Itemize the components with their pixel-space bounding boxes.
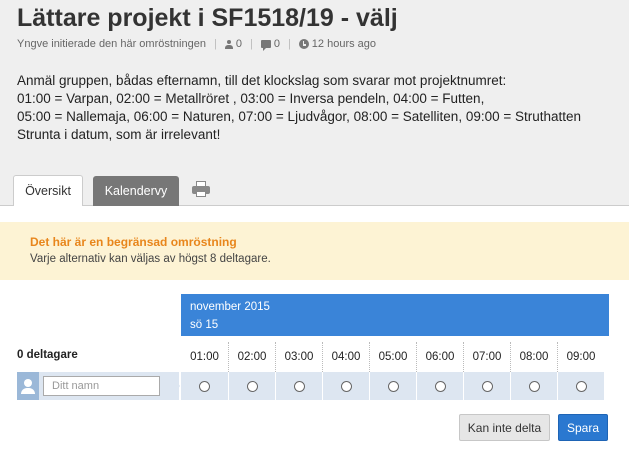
date-day: sö 15: [190, 319, 219, 331]
time-slot-label: 08:00: [510, 342, 557, 372]
radio-button[interactable]: [434, 380, 446, 392]
view-tabs: Översikt Kalendervy: [0, 172, 629, 207]
poll-description: Anmäl gruppen, bådas efternamn, till det…: [17, 72, 617, 144]
time-slot-label: 05:00: [369, 342, 416, 372]
poll-meta: Yngve initierade den här omröstningen | …: [17, 38, 377, 51]
avatar-icon: [17, 372, 39, 400]
radio-button[interactable]: [387, 380, 399, 392]
description-line: 05:00 = Nallemaja, 06:00 = Naturen, 07:0…: [17, 109, 582, 124]
radio-button[interactable]: [575, 380, 587, 392]
separator: |: [213, 38, 217, 50]
time-slot-option[interactable]: [416, 372, 463, 400]
description-line: Strunta i datum, som är irrelevant!: [17, 127, 221, 142]
comment-count: 0: [273, 38, 280, 50]
description-line: Anmäl gruppen, bådas efternamn, till det…: [17, 73, 507, 88]
notice-text: Varje alternativ kan väljas av högst 8 d…: [30, 253, 271, 265]
time-slot-label: 01:00: [190, 351, 219, 363]
separator: |: [287, 38, 291, 50]
cannot-attend-button[interactable]: Kan inte delta: [459, 414, 550, 441]
initiator-text: Yngve initierade den här omröstningen: [17, 38, 206, 50]
page-title: Lättare projekt i SF1518/19 - välj: [17, 4, 398, 32]
name-input[interactable]: [43, 376, 160, 396]
clock-icon: [298, 39, 309, 49]
poll-header: Lättare projekt i SF1518/19 - välj Yngve…: [0, 0, 629, 207]
date-header: november 2015 sö 15: [181, 294, 609, 336]
poll-content: Det här är en begränsad omröstning Varje…: [0, 206, 629, 450]
tab-overview[interactable]: Översikt: [13, 175, 83, 207]
time-slot-label: 09:00: [557, 342, 604, 372]
participants-count: 0 deltagare: [17, 349, 78, 361]
save-button[interactable]: Spara: [558, 414, 608, 441]
time-slot-option[interactable]: [181, 372, 228, 400]
description-line: 01:00 = Varpan, 02:00 = Metallröret , 03…: [17, 91, 485, 106]
time-slot-option[interactable]: [463, 372, 510, 400]
separator: |: [249, 38, 253, 50]
time-ago: 12 hours ago: [311, 38, 377, 50]
time-slot-label: 02:00: [228, 342, 275, 372]
participant-count: 0: [235, 38, 242, 50]
time-slot-option[interactable]: [557, 372, 604, 400]
time-slot-option[interactable]: [322, 372, 369, 400]
radio-button[interactable]: [199, 380, 210, 392]
time-slot-option[interactable]: [510, 372, 557, 400]
radio-button[interactable]: [293, 380, 305, 392]
person-icon: [224, 39, 233, 49]
radio-button[interactable]: [481, 380, 493, 392]
radio-button[interactable]: [528, 380, 540, 392]
time-slot-option[interactable]: [369, 372, 416, 400]
restriction-notice: Det här är en begränsad omröstning Varje…: [0, 222, 629, 280]
name-row-arrow: [170, 372, 180, 400]
time-slot-label: 06:00: [416, 342, 463, 372]
printer-icon[interactable]: [192, 181, 210, 198]
time-slot-label: 03:00: [275, 342, 322, 372]
date-month: november 2015: [190, 301, 270, 313]
tab-calendar[interactable]: Kalendervy: [93, 176, 179, 206]
notice-title: Det här är en begränsad omröstning: [30, 235, 237, 249]
time-slot-option[interactable]: [228, 372, 275, 400]
radio-button[interactable]: [246, 380, 258, 392]
radio-button[interactable]: [340, 380, 352, 392]
comment-icon: [260, 40, 271, 51]
time-slot-label: 04:00: [322, 342, 369, 372]
time-slot-option[interactable]: [275, 372, 322, 400]
time-slot-label: 07:00: [463, 342, 510, 372]
